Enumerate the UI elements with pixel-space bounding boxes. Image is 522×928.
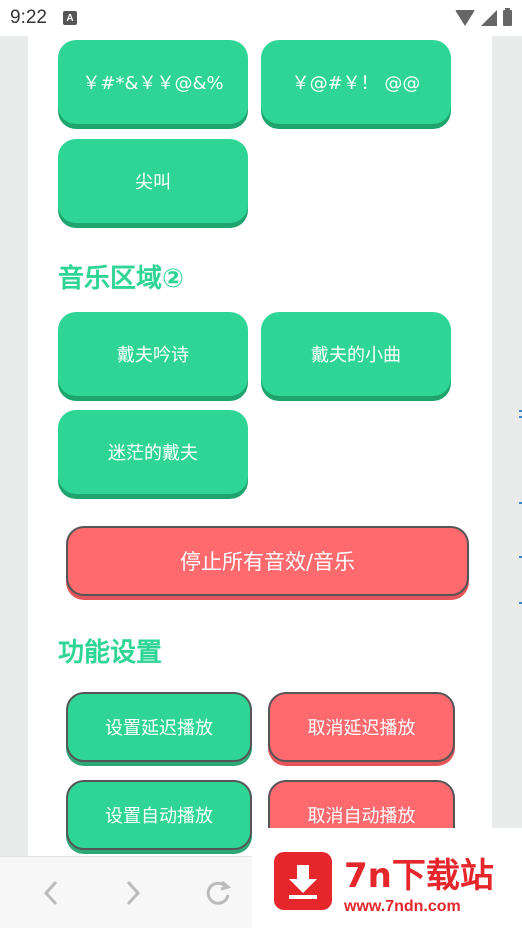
section-title-settings: 功能设置 — [58, 638, 163, 668]
sound-button-scream[interactable]: 尖叫 — [58, 139, 248, 223]
sound-button-2[interactable]: ￥@#￥！ @@ — [261, 40, 451, 124]
music-button-confused-dave[interactable]: 迷茫的戴夫 — [58, 410, 248, 494]
refresh-icon[interactable] — [204, 879, 232, 914]
signal-icon — [481, 10, 497, 26]
status-icons — [455, 8, 512, 26]
set-autoplay-button[interactable]: 设置自动播放 — [66, 780, 252, 850]
notification-icon: A — [62, 11, 77, 25]
download-logo-icon — [274, 852, 332, 910]
sound-button-1[interactable]: ￥#*&￥￥@&% — [58, 40, 248, 124]
watermark-title: 7n下载站 — [344, 856, 494, 896]
music-button-dave-tune[interactable]: 戴夫的小曲 — [261, 312, 451, 396]
battery-icon — [503, 8, 512, 26]
watermark-url: www.7ndn.com — [344, 898, 461, 915]
watermark: 7n下载站 www.7ndn.com — [252, 828, 522, 928]
chevron-left-icon[interactable] — [40, 879, 62, 914]
cancel-delay-button[interactable]: 取消延迟播放 — [268, 692, 455, 762]
music-button-dave-poem[interactable]: 戴夫吟诗 — [58, 312, 248, 396]
stop-all-button[interactable]: 停止所有音效/音乐 — [66, 526, 469, 596]
status-bar: 9:22 A — [0, 0, 522, 36]
page-margin-left — [0, 36, 28, 856]
main-content[interactable]: ￥#*&￥￥@&% ￥@#￥！ @@ 尖叫 音乐区域② 戴夫吟诗 戴夫的小曲 迷… — [28, 36, 492, 856]
status-time: 9:22 — [10, 7, 47, 28]
set-delay-button[interactable]: 设置延迟播放 — [66, 692, 252, 762]
chevron-right-icon[interactable] — [122, 879, 144, 914]
wifi-icon — [455, 10, 475, 26]
page-margin-right — [492, 36, 522, 856]
section-title-music: 音乐区域② — [58, 264, 185, 294]
